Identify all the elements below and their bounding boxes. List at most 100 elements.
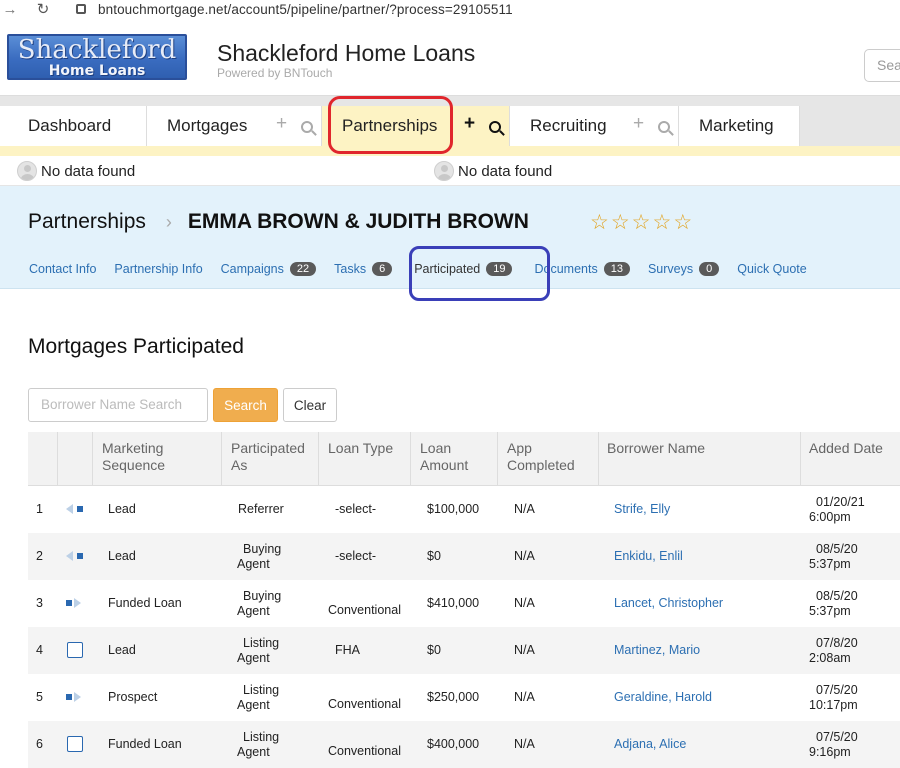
subnav-surveys[interactable]: Surveys 0 bbox=[648, 262, 720, 276]
global-search-input[interactable]: Sea bbox=[864, 49, 900, 82]
borrower-name-search-input[interactable]: Borrower Name Search bbox=[28, 388, 208, 422]
loan-type[interactable]: -select- bbox=[335, 502, 376, 517]
reload-icon[interactable]: ↻ bbox=[32, 0, 54, 18]
borrower-name-link[interactable]: Enkidu, Enlil bbox=[614, 549, 683, 564]
count-badge: 6 bbox=[372, 262, 393, 276]
star-icon[interactable]: ☆ bbox=[611, 211, 632, 234]
marketing-sequence: Prospect bbox=[108, 690, 158, 704]
browser-address-bar: → ↻ bntouchmortgage.net/account5/pipelin… bbox=[0, 0, 900, 18]
search-icon[interactable] bbox=[489, 118, 501, 138]
breadcrumb: Partnerships › EMMA BROWN & JUDITH BROWN bbox=[28, 210, 529, 234]
table-row[interactable]: 4 Lead Listing Agent FHA $0 N/A Martinez,… bbox=[28, 627, 900, 674]
row-checkbox[interactable] bbox=[67, 642, 83, 658]
row-number: 4 bbox=[36, 643, 43, 657]
arrow-left-icon[interactable] bbox=[66, 551, 84, 561]
tab-dashboard-label: Dashboard bbox=[28, 116, 112, 135]
plus-icon[interactable]: + bbox=[633, 114, 644, 134]
column-header-marketing-sequence[interactable]: Marketing Sequence bbox=[102, 440, 165, 474]
borrower-name-link[interactable]: Martinez, Mario bbox=[614, 643, 700, 658]
search-icon[interactable] bbox=[301, 118, 313, 138]
table-row[interactable]: 5 Prospect Listing Agent Conventional $25… bbox=[28, 674, 900, 721]
arrow-right-icon[interactable] bbox=[66, 598, 84, 608]
clear-button[interactable]: Clear bbox=[283, 388, 337, 422]
borrower-name-link[interactable]: Strife, Elly bbox=[614, 502, 670, 517]
app-completed: N/A bbox=[514, 502, 535, 516]
marketing-sequence: Lead bbox=[108, 502, 136, 516]
loan-amount: $0 bbox=[427, 643, 441, 657]
added-date: 08/5/20 5:37pm bbox=[809, 589, 858, 618]
highlight-ring-red bbox=[328, 96, 453, 154]
app-completed: N/A bbox=[514, 690, 535, 704]
participated-as: Listing Agent bbox=[237, 730, 280, 759]
loan-type[interactable]: Conventional bbox=[328, 603, 401, 618]
loan-amount: $410,000 bbox=[427, 596, 480, 610]
subnav-tasks[interactable]: Tasks 6 bbox=[334, 262, 393, 276]
table-row[interactable]: 3 Funded Loan Buying Agent Conventional $… bbox=[28, 580, 900, 627]
added-date: 07/5/20 9:16pm bbox=[809, 730, 858, 759]
app-header: Shackleford Home Loans Shackleford Home … bbox=[0, 18, 900, 96]
url-text[interactable]: bntouchmortgage.net/account5/pipeline/pa… bbox=[98, 2, 513, 17]
table-row[interactable]: 1 Lead Referrer -select- $100,000 N/A St… bbox=[28, 486, 900, 533]
nodata-right-text: No data found bbox=[458, 162, 553, 180]
plus-icon[interactable]: + bbox=[276, 114, 287, 134]
added-date: 07/8/20 2:08am bbox=[809, 636, 858, 665]
app-subtitle: Powered by BNTouch bbox=[217, 66, 333, 80]
column-header-loan-type[interactable]: Loan Type bbox=[328, 440, 393, 457]
participated-as: Listing Agent bbox=[237, 636, 280, 665]
subnav-campaigns[interactable]: Campaigns 22 bbox=[221, 262, 317, 276]
arrow-left-icon[interactable] bbox=[66, 504, 84, 514]
forward-arrow-icon[interactable]: → bbox=[0, 1, 20, 18]
logo-line-1: Shackleford bbox=[17, 35, 177, 65]
table-row[interactable]: 2 Lead Buying Agent -select- $0 N/A Enkid… bbox=[28, 533, 900, 580]
logo-line-2: Home Loans bbox=[48, 63, 146, 79]
loan-type[interactable]: Conventional bbox=[328, 744, 401, 759]
subnav-contact-info[interactable]: Contact Info bbox=[29, 262, 96, 276]
recent-items-left: No data found bbox=[17, 161, 135, 181]
column-header-borrower-name[interactable]: Borrower Name bbox=[607, 440, 705, 457]
borrower-name-link[interactable]: Lancet, Christopher bbox=[614, 596, 723, 611]
company-logo[interactable]: Shackleford Home Loans bbox=[7, 34, 187, 80]
participated-as: Listing Agent bbox=[237, 683, 280, 712]
nodata-left-text: No data found bbox=[41, 162, 136, 180]
borrower-name-link[interactable]: Geraldine, Harold bbox=[614, 690, 712, 705]
table-row[interactable]: 6 Funded Loan Listing Agent Conventional … bbox=[28, 721, 900, 768]
recent-items-row: No data found No data found bbox=[0, 156, 900, 186]
tab-marketing[interactable]: Marketing bbox=[679, 106, 800, 146]
star-icon[interactable]: ☆ bbox=[673, 211, 694, 234]
column-header-loan-amount[interactable]: Loan Amount bbox=[420, 440, 468, 474]
person-icon bbox=[17, 161, 37, 181]
star-icon[interactable]: ☆ bbox=[590, 211, 611, 234]
search-icon[interactable] bbox=[658, 118, 670, 138]
rating-stars[interactable]: ☆☆☆☆☆ bbox=[590, 210, 694, 235]
tab-dashboard[interactable]: Dashboard bbox=[0, 106, 147, 146]
count-badge: 13 bbox=[603, 262, 630, 276]
lock-icon bbox=[76, 4, 86, 14]
breadcrumb-section[interactable]: Partnerships bbox=[28, 210, 146, 234]
column-header-participated-as[interactable]: Participated As bbox=[231, 440, 305, 474]
tab-mortgages[interactable]: Mortgages + bbox=[147, 106, 322, 146]
highlight-ring-blue bbox=[409, 246, 550, 301]
star-icon[interactable]: ☆ bbox=[632, 211, 653, 234]
tab-marketing-label: Marketing bbox=[699, 116, 774, 135]
column-header-app-completed[interactable]: App Completed bbox=[507, 440, 575, 474]
participated-as: Referrer bbox=[238, 502, 284, 516]
tab-recruiting[interactable]: Recruiting + bbox=[510, 106, 679, 146]
subnav-partnership-info[interactable]: Partnership Info bbox=[114, 262, 202, 276]
subnav-quick-quote[interactable]: Quick Quote bbox=[737, 262, 806, 276]
row-number: 5 bbox=[36, 690, 43, 704]
plus-icon[interactable]: + bbox=[464, 114, 475, 134]
added-date: 01/20/21 6:00pm bbox=[809, 495, 865, 524]
partner-name: EMMA BROWN & JUDITH BROWN bbox=[187, 210, 529, 233]
column-header-added-date[interactable]: Added Date bbox=[809, 440, 883, 457]
added-date: 07/5/20 10:17pm bbox=[809, 683, 858, 712]
marketing-sequence: Lead bbox=[108, 643, 136, 657]
count-badge: 22 bbox=[289, 262, 317, 276]
arrow-right-icon[interactable] bbox=[66, 692, 84, 702]
search-button[interactable]: Search bbox=[213, 388, 278, 422]
loan-type[interactable]: -select- bbox=[335, 549, 376, 564]
app-title: Shackleford Home Loans bbox=[217, 40, 476, 66]
loan-type[interactable]: Conventional bbox=[328, 697, 401, 712]
row-number: 1 bbox=[36, 502, 43, 516]
loan-type[interactable]: FHA bbox=[335, 643, 360, 658]
star-icon[interactable]: ☆ bbox=[652, 211, 673, 234]
